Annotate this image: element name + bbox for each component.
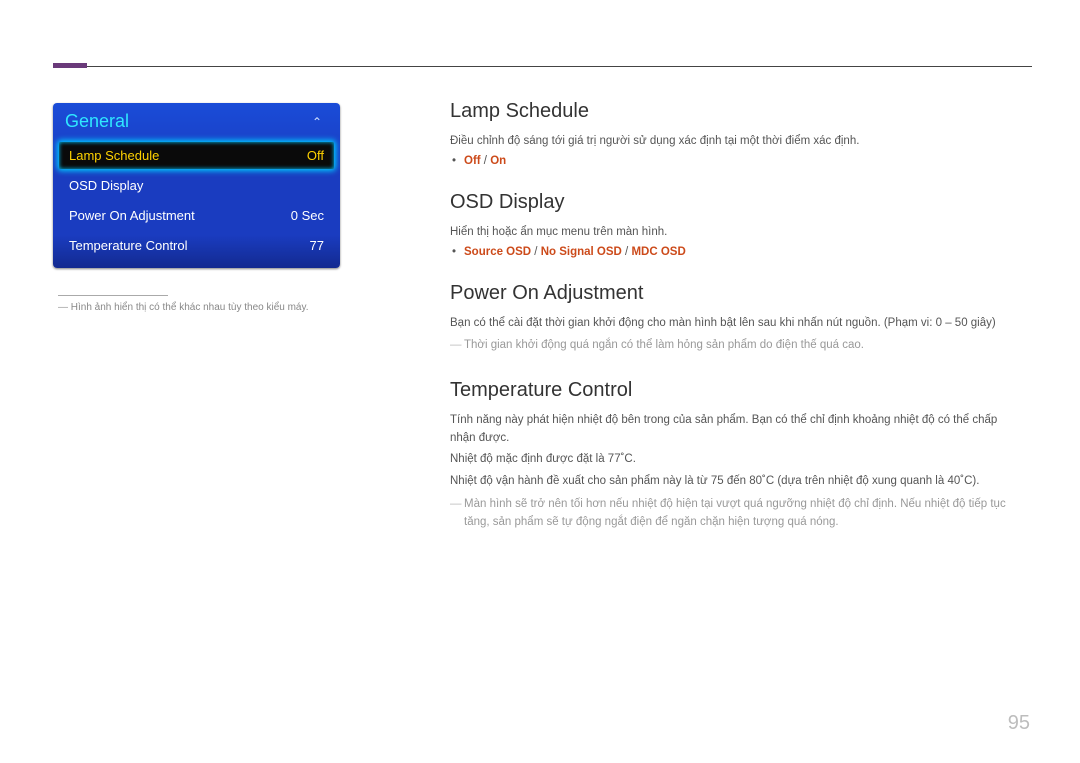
page-number: 95 [1008, 712, 1030, 735]
section-heading: OSD Display [450, 191, 1025, 214]
section-paragraph: Nhiệt độ vận hành đề xuất cho sản phẩm n… [450, 473, 1025, 491]
osd-row-osd-display[interactable]: OSD Display [59, 172, 334, 199]
osd-header: General ⌃ [53, 103, 340, 142]
osd-row-power-on-adjustment[interactable]: Power On Adjustment 0 Sec [59, 202, 334, 229]
option-no-signal-osd: No Signal OSD [541, 246, 622, 258]
osd-title: General [65, 111, 129, 132]
osd-row-label: Temperature Control [69, 238, 188, 253]
disclaimer-text: Hình ảnh hiển thị có thể khác nhau tùy t… [58, 302, 358, 313]
option-on: On [490, 155, 506, 167]
content-area: Lamp Schedule Điều chỉnh độ sáng tới giá… [450, 100, 1025, 532]
chevron-up-icon[interactable]: ⌃ [312, 115, 328, 129]
section-osd-display: OSD Display Hiển thị hoặc ẩn mục menu tr… [450, 191, 1025, 258]
section-description: Hiển thị hoặc ẩn mục menu trên màn hình. [450, 224, 1025, 242]
osd-row-lamp-schedule[interactable]: Lamp Schedule Off [59, 142, 334, 169]
option-off: Off [464, 155, 481, 167]
section-note: Màn hình sẽ trở nên tối hơn nếu nhiệt độ… [450, 495, 1025, 532]
section-description: Bạn có thể cài đặt thời gian khởi động c… [450, 315, 1025, 333]
section-paragraph: Nhiệt độ mặc định được đặt là 77˚C. [450, 451, 1025, 469]
osd-disclaimer: Hình ảnh hiển thị có thể khác nhau tùy t… [58, 295, 358, 313]
section-power-on-adjustment: Power On Adjustment Bạn có thể cài đặt t… [450, 282, 1025, 355]
osd-row-temperature-control[interactable]: Temperature Control 77 [59, 232, 334, 259]
section-heading: Temperature Control [450, 379, 1025, 402]
osd-row-label: OSD Display [69, 178, 143, 193]
osd-row-value: Off [307, 148, 324, 163]
section-heading: Lamp Schedule [450, 100, 1025, 123]
section-paragraph: Tính năng này phát hiện nhiệt độ bên tro… [450, 412, 1025, 448]
option-mdc-osd: MDC OSD [631, 246, 685, 258]
section-heading: Power On Adjustment [450, 282, 1025, 305]
osd-row-label: Power On Adjustment [69, 208, 195, 223]
header-rule [53, 66, 1032, 67]
osd-row-label: Lamp Schedule [69, 148, 159, 163]
option-source-osd: Source OSD [464, 246, 531, 258]
section-note: Thời gian khởi động quá ngắn có thể làm … [450, 336, 1025, 354]
section-temperature-control: Temperature Control Tính năng này phát h… [450, 379, 1025, 532]
section-description: Điều chỉnh độ sáng tới giá trị người sử … [450, 133, 1025, 151]
osd-row-value: 77 [310, 238, 324, 253]
osd-row-value: 0 Sec [291, 208, 324, 223]
option-list: Off / On [450, 155, 1025, 167]
section-lamp-schedule: Lamp Schedule Điều chỉnh độ sáng tới giá… [450, 100, 1025, 167]
option-list: Source OSD / No Signal OSD / MDC OSD [450, 246, 1025, 258]
osd-panel: General ⌃ Lamp Schedule Off OSD Display … [53, 103, 340, 268]
header-accent [53, 63, 87, 68]
